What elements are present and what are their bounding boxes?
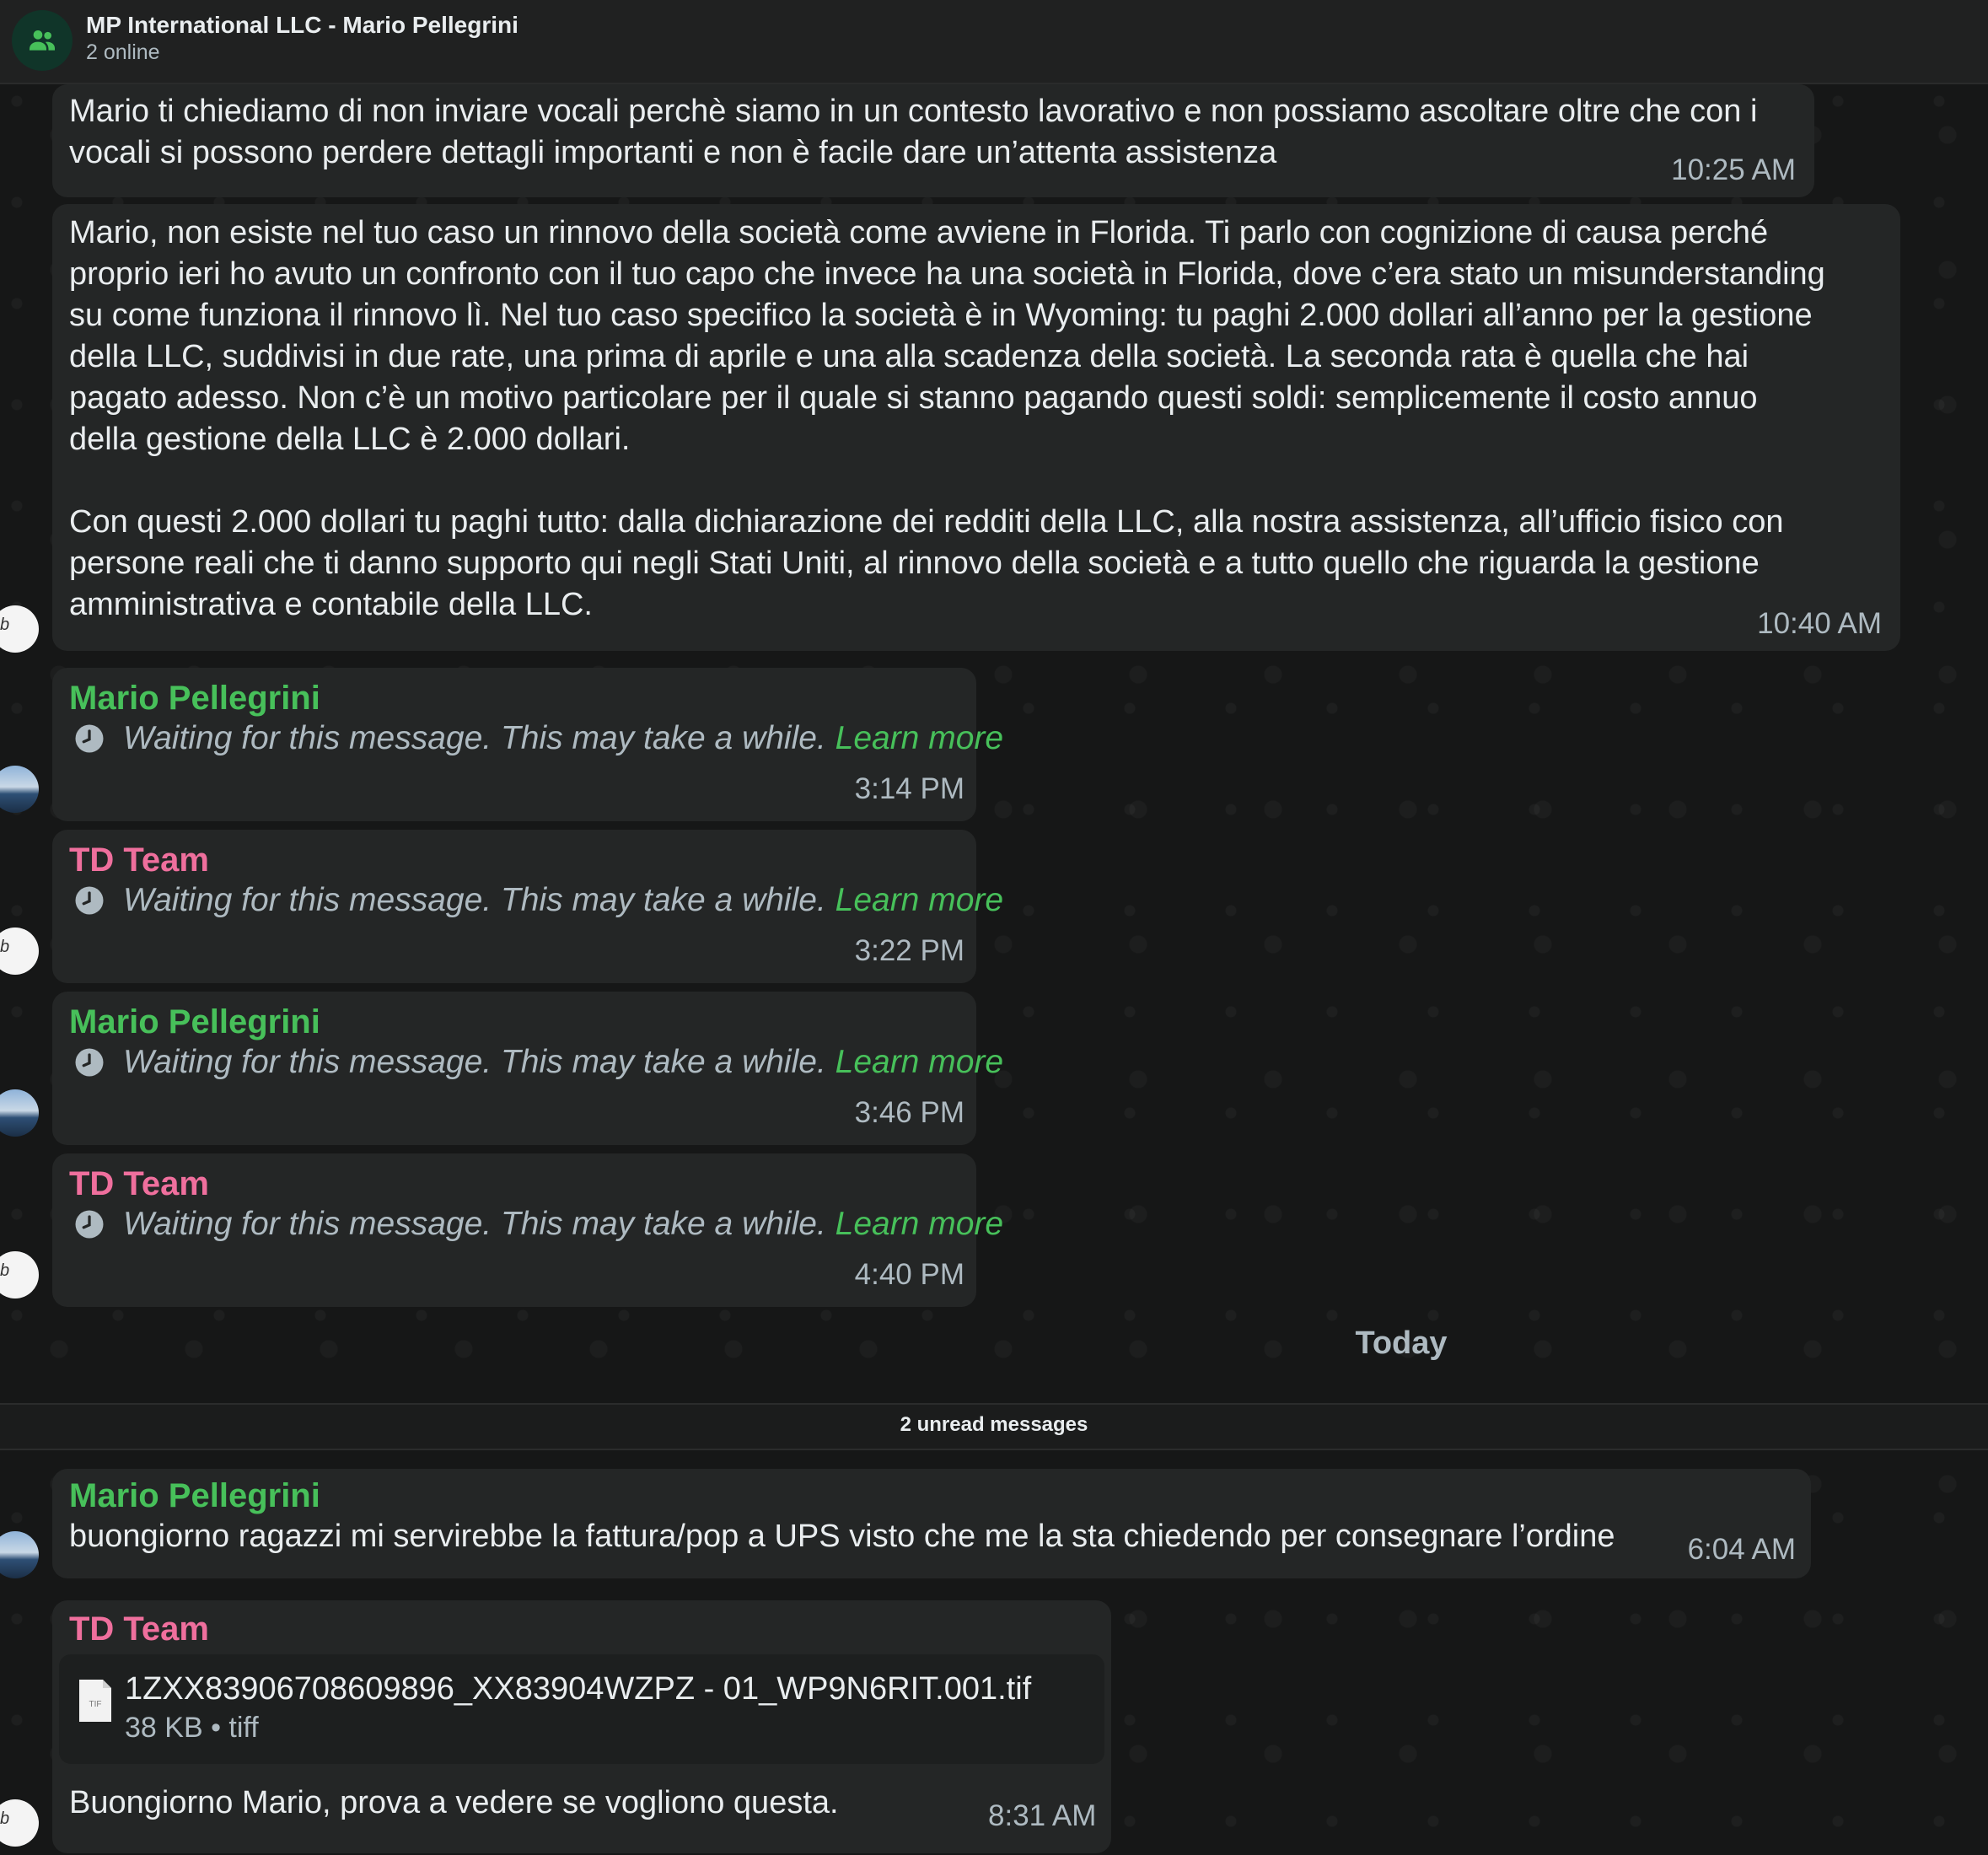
message-bubble[interactable]: Mario, non esiste nel tuo caso un rinnov…	[52, 204, 1900, 651]
message-text: buongiorno ragazzi mi servirebbe la fatt…	[69, 1519, 1615, 1554]
waiting-message: Waiting for this message. This may take …	[74, 1044, 1003, 1081]
message-time: 3:14 PM	[854, 772, 964, 805]
message-time: 4:40 PM	[854, 1258, 964, 1291]
message-time: 6:04 AM	[1687, 1533, 1796, 1566]
message-text: Buongiorno Mario, prova a vedere se vogl…	[69, 1785, 839, 1820]
sender-name[interactable]: Mario Pellegrini	[69, 1003, 320, 1041]
message-bubble[interactable]: Mario Pellegrini Waiting for this messag…	[52, 668, 1003, 821]
clock-icon	[75, 886, 104, 915]
waiting-message: Waiting for this message. This may take …	[74, 720, 1003, 757]
waiting-text: Waiting for this message. This may take …	[123, 882, 826, 918]
sender-name[interactable]: Mario Pellegrini	[69, 680, 320, 718]
learn-more-link[interactable]: Learn more	[835, 1044, 1003, 1081]
file-attachment[interactable]: TIF 1ZXX83906708609896_XX83904WZPZ - 01_…	[59, 1654, 1104, 1764]
learn-more-link[interactable]: Learn more	[835, 882, 1003, 919]
file-name[interactable]: 1ZXX83906708609896_XX83904WZPZ - 01_WP9N…	[125, 1671, 1031, 1707]
unread-count: 2 unread messages	[900, 1413, 1088, 1436]
waiting-message: Waiting for this message. This may take …	[74, 882, 1003, 919]
group-icon	[30, 30, 55, 51]
svg-text:TIF: TIF	[89, 1700, 102, 1709]
message-text: Mario, non esiste nel tuo caso un rinnov…	[69, 215, 1825, 622]
message-time: 3:46 PM	[854, 1096, 964, 1129]
sender-name[interactable]: TD Team	[69, 841, 209, 879]
message-bubble[interactable]: Mario Pellegrini Waiting for this messag…	[52, 992, 1003, 1145]
message-text: Mario ti chiediamo di non inviare vocali…	[69, 94, 1758, 170]
message-bubble[interactable]: TD Team Waiting for this message. This m…	[52, 830, 1003, 983]
chat-title[interactable]: MP International LLC - Mario Pellegrini	[86, 12, 518, 39]
message-time: 10:40 AM	[1757, 607, 1882, 640]
waiting-text: Waiting for this message. This may take …	[123, 720, 826, 756]
clock-icon	[75, 1048, 104, 1077]
message-bubble[interactable]: TD Team Waiting for this message. This m…	[52, 1153, 1003, 1307]
document-icon: TIF	[79, 1680, 111, 1722]
file-meta: 38 KB • tiff	[125, 1712, 259, 1744]
learn-more-link[interactable]: Learn more	[835, 720, 1003, 757]
sender-name[interactable]: TD Team	[69, 1610, 209, 1648]
sender-name[interactable]: TD Team	[69, 1165, 209, 1203]
message-time: 3:22 PM	[854, 934, 964, 967]
waiting-message: Waiting for this message. This may take …	[74, 1206, 1003, 1243]
clock-icon	[75, 724, 104, 753]
sender-name[interactable]: Mario Pellegrini	[69, 1477, 320, 1515]
message-bubble[interactable]: Mario ti chiediamo di non inviare vocali…	[52, 84, 1814, 197]
message-time: 8:31 AM	[988, 1799, 1097, 1832]
clock-icon	[75, 1210, 104, 1239]
day-divider: Today	[1355, 1325, 1448, 1361]
online-status: 2 online	[86, 40, 160, 64]
group-avatar[interactable]	[12, 10, 73, 71]
waiting-text: Waiting for this message. This may take …	[123, 1206, 826, 1242]
waiting-text: Waiting for this message. This may take …	[123, 1044, 826, 1080]
message-time: 10:25 AM	[1671, 153, 1796, 186]
unread-messages-bar: 2 unread messages	[0, 1403, 1988, 1450]
chat-header[interactable]: MP International LLC - Mario Pellegrini …	[0, 0, 1988, 84]
learn-more-link[interactable]: Learn more	[835, 1206, 1003, 1243]
message-bubble[interactable]: Mario Pellegrini buongiorno ragazzi mi s…	[52, 1469, 1811, 1578]
